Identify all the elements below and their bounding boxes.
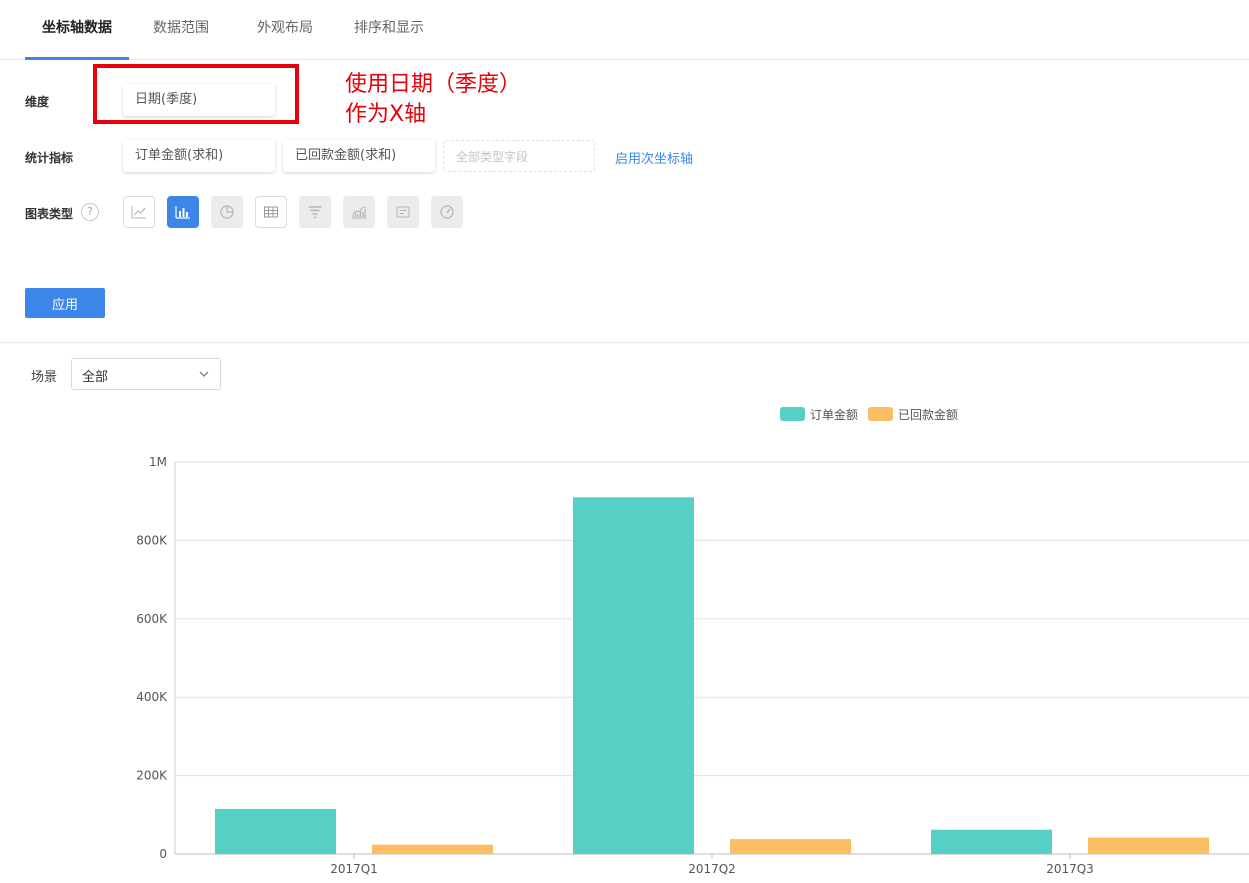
y-tick-label: 800K	[136, 533, 168, 547]
annotation-highlight-box	[93, 64, 299, 124]
annotation-line-2: 作为X轴	[345, 102, 427, 127]
area-chart-icon	[352, 206, 366, 219]
table-icon	[264, 206, 278, 218]
active-tab-indicator	[25, 57, 129, 60]
bar-order-amount-2017q3	[931, 829, 1052, 854]
metric-chip-order-amount[interactable]: 订单金额(求和)	[123, 140, 275, 172]
x-tick-label: 2017Q2	[688, 862, 736, 876]
bar-received-amount-2017q2	[730, 839, 851, 854]
y-tick-label: 0	[159, 847, 167, 861]
bar-chart: 0 200K 400K 600K 800K 1M 2017Q1 2017Q2 2017Q3 订单金…	[136, 407, 1249, 876]
chart-type-line[interactable]	[123, 196, 155, 228]
chart-type-table[interactable]	[255, 196, 287, 228]
tab-sort-display[interactable]: 排序和显示	[343, 0, 435, 60]
bar-chart-icon	[175, 206, 190, 219]
legend-label: 订单金额	[810, 407, 858, 422]
chart-type-label: 图表类型	[25, 207, 74, 221]
legend-swatch	[780, 407, 805, 421]
apply-button[interactable]: 应用	[25, 288, 105, 318]
pie-chart-icon	[220, 205, 234, 219]
chart-type-text-card[interactable]	[387, 196, 419, 228]
annotation-line-1: 使用日期（季度）	[345, 72, 522, 97]
metrics-label: 统计指标	[25, 151, 74, 165]
text-card-icon	[396, 206, 410, 218]
tab-axis-data[interactable]: 坐标轴数据	[25, 0, 129, 60]
funnel-icon	[308, 206, 322, 219]
scene-select[interactable]: 全部	[71, 358, 221, 390]
line-chart-icon	[131, 206, 146, 219]
scene-label: 场景	[31, 370, 58, 385]
x-tick-label: 2017Q3	[1046, 862, 1094, 876]
enable-secondary-axis-link[interactable]: 启用次坐标轴	[615, 148, 693, 167]
scene-select-value: 全部	[82, 370, 109, 385]
chart-type-area[interactable]	[343, 196, 375, 228]
chart-type-pie[interactable]	[211, 196, 243, 228]
bar-received-amount-2017q3	[1088, 837, 1209, 854]
chevron-down-icon	[199, 371, 209, 378]
legend-label: 已回款金额	[898, 407, 958, 422]
y-tick-label: 400K	[136, 690, 168, 704]
metric-add-placeholder[interactable]: 全部类型字段	[443, 140, 595, 172]
section-divider	[0, 342, 1249, 343]
chart-type-funnel[interactable]	[299, 196, 331, 228]
y-tick-label: 200K	[136, 769, 168, 783]
dimension-label: 维度	[25, 95, 50, 109]
bar-received-amount-2017q1	[372, 844, 493, 854]
x-tick-label: 2017Q1	[330, 862, 378, 876]
bar-order-amount-2017q2	[573, 497, 694, 854]
gauge-icon	[440, 205, 454, 219]
y-tick-label: 1M	[149, 455, 167, 469]
bar-order-amount-2017q1	[215, 808, 336, 854]
chart-type-bar[interactable]	[167, 196, 199, 228]
help-icon[interactable]: ?	[81, 203, 99, 221]
chart-type-gauge[interactable]	[431, 196, 463, 228]
tab-data-range[interactable]: 数据范围	[135, 0, 227, 60]
legend-swatch	[868, 407, 893, 421]
y-tick-label: 600K	[136, 612, 168, 626]
metric-chip-received-amount[interactable]: 已回款金额(求和)	[283, 140, 435, 172]
tab-appearance-layout[interactable]: 外观布局	[239, 0, 331, 60]
tab-bar: 坐标轴数据 数据范围 外观布局 排序和显示	[0, 0, 1249, 60]
